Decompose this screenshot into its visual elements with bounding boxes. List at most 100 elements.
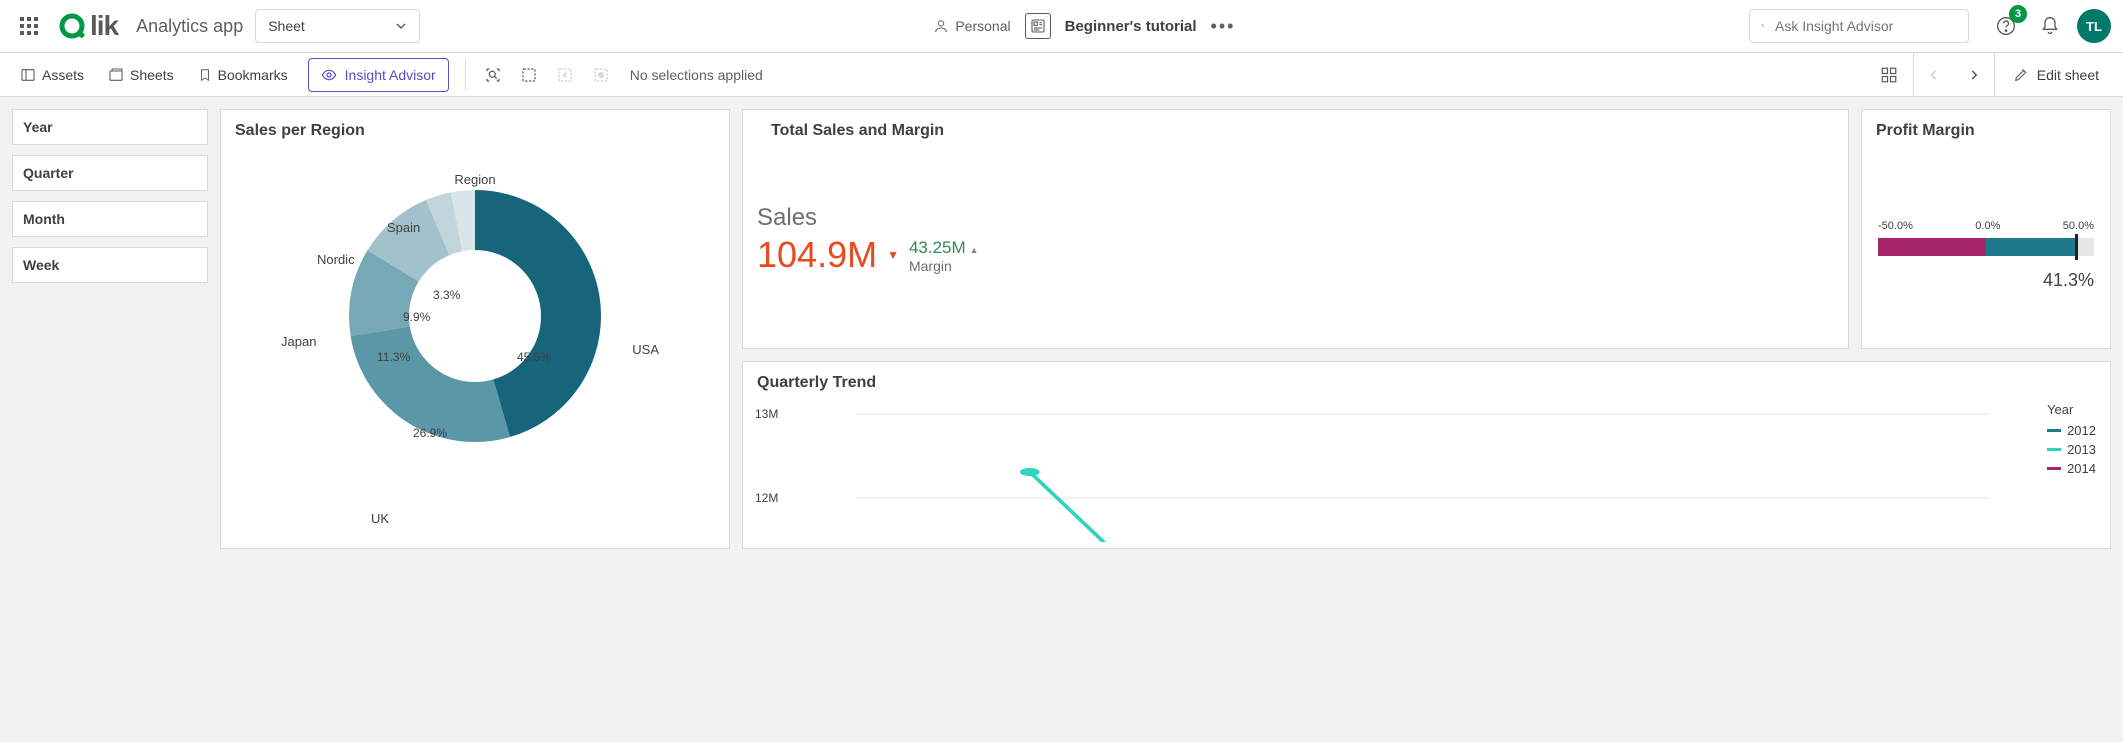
qlik-wordmark: lik xyxy=(90,10,118,42)
kpi-trend-down-icon: ▼ xyxy=(887,248,899,262)
sales-per-region-chart[interactable]: Sales per Region Region USA UK Japan Nor… xyxy=(220,109,730,549)
chevron-down-icon xyxy=(395,20,407,32)
insight-search-input[interactable] xyxy=(1773,17,1958,35)
qlik-logo-icon xyxy=(58,11,88,41)
sheets-button[interactable]: Sheets xyxy=(98,61,184,89)
app-name: Analytics app xyxy=(136,16,243,37)
eye-icon xyxy=(321,67,337,83)
trend-ytick-0: 13M xyxy=(755,407,778,421)
clear-selections-button xyxy=(584,58,618,92)
kpi-sub-value: 43.25M xyxy=(909,238,966,257)
quarterly-trend-chart[interactable]: Quarterly Trend 13M 12M Year 2012 2013 xyxy=(742,361,2111,549)
edit-sheet-button[interactable]: Edit sheet xyxy=(1999,53,2113,97)
filter-quarter[interactable]: Quarter xyxy=(12,155,208,191)
divider xyxy=(465,60,466,90)
sheet-dropdown-label: Sheet xyxy=(268,18,305,34)
donut-svg xyxy=(325,166,625,466)
user-avatar[interactable]: TL xyxy=(2077,9,2111,43)
filter-week[interactable]: Week xyxy=(12,247,208,283)
search-brackets-icon xyxy=(484,66,502,84)
insight-advisor-label: Insight Advisor xyxy=(345,67,436,83)
chevron-right-icon xyxy=(1967,68,1981,82)
legend-2014[interactable]: 2014 xyxy=(2047,461,2096,476)
app-thumbnail-icon xyxy=(1025,13,1051,39)
filter-year[interactable]: Year xyxy=(12,109,208,145)
legend-2012[interactable]: 2012 xyxy=(2047,423,2096,438)
sheet-nav-arrows xyxy=(1913,53,1995,97)
donut-label-usa: USA xyxy=(632,342,659,357)
donut-label-spain: Spain xyxy=(387,220,420,235)
space-indicator[interactable]: Personal xyxy=(933,18,1010,34)
step-back-button xyxy=(548,58,582,92)
trend-svg xyxy=(759,402,1990,542)
person-icon xyxy=(933,18,949,34)
insight-search[interactable] xyxy=(1749,9,1969,43)
qlik-logo[interactable]: lik xyxy=(58,10,118,42)
insight-advisor-button[interactable]: Insight Advisor xyxy=(308,58,449,92)
trend-ytick-1: 12M xyxy=(755,491,778,505)
sheet-dropdown[interactable]: Sheet xyxy=(255,9,420,43)
donut-pct-japan: 11.3% xyxy=(377,350,410,364)
kpi-sub-trend-icon: ▲ xyxy=(970,245,979,255)
total-sales-kpi[interactable]: Total Sales and Margin Sales 104.9M ▼ 43… xyxy=(742,109,1849,349)
dashed-selection-icon xyxy=(520,66,538,84)
donut-pct-usa: 45.5% xyxy=(517,350,551,364)
sheets-icon xyxy=(108,67,124,83)
donut-label-japan: Japan xyxy=(281,334,316,349)
kpi-title: Total Sales and Margin xyxy=(757,110,1834,140)
app-title: Beginner's tutorial xyxy=(1065,18,1197,35)
filter-month[interactable]: Month xyxy=(12,201,208,237)
gauge-max: 50.0% xyxy=(2063,220,2094,232)
profit-margin-gauge[interactable]: Profit Margin -50.0% 0.0% 50.0% 41.3% xyxy=(1861,109,2111,349)
smart-search-button[interactable] xyxy=(476,58,510,92)
sparkle-icon xyxy=(1760,18,1765,34)
kpi-value: 104.9M xyxy=(757,234,877,276)
gauge-mid: 0.0% xyxy=(1975,220,2000,232)
panel-left-icon xyxy=(20,67,36,83)
sheet-toolbar: Assets Sheets Bookmarks Insight Advisor … xyxy=(0,53,2123,97)
clear-selection-icon xyxy=(592,66,610,84)
sheets-label: Sheets xyxy=(130,67,174,83)
donut-pct-uk: 26.9% xyxy=(413,426,447,440)
chevron-left-icon xyxy=(1927,68,1941,82)
gauge-min: -50.0% xyxy=(1878,220,1913,232)
assets-button[interactable]: Assets xyxy=(10,61,94,89)
notifications-button[interactable] xyxy=(2033,9,2067,43)
legend-swatch-2012 xyxy=(2047,429,2061,432)
assets-label: Assets xyxy=(42,67,84,83)
trend-legend: Year 2012 2013 2014 xyxy=(2047,402,2096,480)
app-launcher-icon[interactable] xyxy=(12,9,46,43)
help-button[interactable]: 3 xyxy=(1989,9,2023,43)
pencil-icon xyxy=(2013,67,2029,83)
space-label: Personal xyxy=(955,18,1010,34)
grid-icon xyxy=(1880,66,1898,84)
help-badge: 3 xyxy=(2009,5,2027,23)
sheet-navigator-button[interactable] xyxy=(1869,53,1909,97)
app-more-menu[interactable]: ••• xyxy=(1211,16,1236,37)
donut-title: Sales per Region xyxy=(221,110,729,140)
prev-sheet-button xyxy=(1914,53,1954,97)
kpi-sub-label: Margin xyxy=(909,258,979,274)
donut-pct-spain: 3.3% xyxy=(433,288,460,302)
next-sheet-button[interactable] xyxy=(1954,53,1994,97)
gauge-pointer xyxy=(2075,234,2078,260)
app-header: lik Analytics app Sheet Personal Beginne… xyxy=(0,0,2123,53)
bookmarks-button[interactable]: Bookmarks xyxy=(188,61,298,89)
filter-column: Year Quarter Month Week xyxy=(12,109,208,283)
gauge-value: 41.3% xyxy=(2043,270,2094,291)
kpi-label: Sales xyxy=(757,204,1834,232)
trend-title: Quarterly Trend xyxy=(743,362,2110,392)
legend-2013[interactable]: 2013 xyxy=(2047,442,2096,457)
donut-pct-nordic: 9.9% xyxy=(403,310,430,324)
trend-plot-area: 13M 12M xyxy=(759,402,1990,548)
trend-legend-title: Year xyxy=(2047,402,2096,417)
step-back-icon xyxy=(556,66,574,84)
edit-sheet-label: Edit sheet xyxy=(2037,67,2099,83)
donut-legend-title: Region xyxy=(454,172,495,187)
bookmarks-label: Bookmarks xyxy=(218,67,288,83)
legend-swatch-2014 xyxy=(2047,467,2061,470)
legend-swatch-2013 xyxy=(2047,448,2061,451)
donut-label-nordic: Nordic xyxy=(317,252,355,267)
bookmark-icon xyxy=(198,67,212,83)
selections-tool-button[interactable] xyxy=(512,58,546,92)
